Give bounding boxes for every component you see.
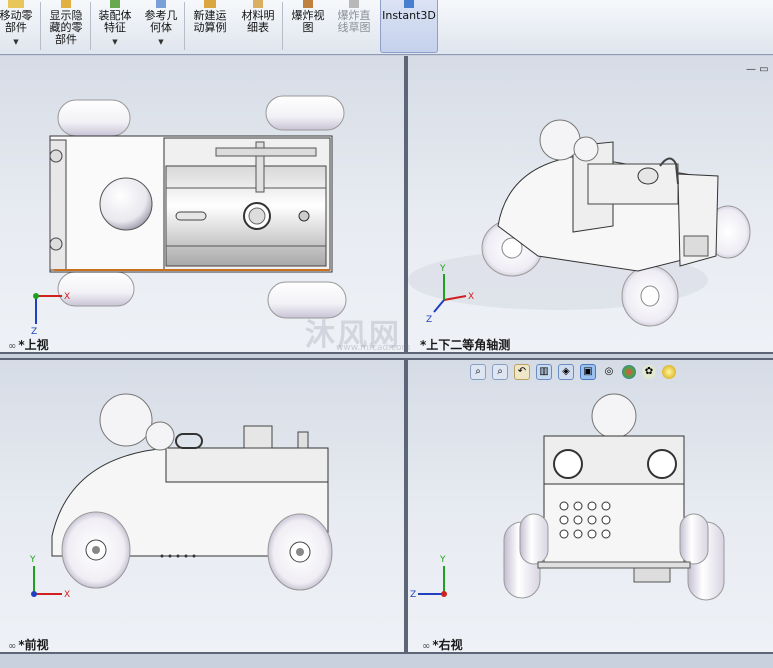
isometric-view-model: X Y Z (408, 119, 751, 327)
move-component-icon (8, 0, 24, 8)
viewport-label-top: ∞ *上视 (8, 338, 49, 352)
show-hidden-icon (61, 0, 71, 8)
zoom-to-fit-icon[interactable]: ⌕ (470, 364, 486, 380)
move-component-button[interactable]: 移动零 部件 ▼ (0, 0, 38, 52)
heads-up-view-toolbar: ⌕ ⌕ ↶ ▥ ◈ ▣ ◎ ✿ (470, 362, 676, 382)
viewport-front[interactable]: X Y ∞ *前视 (0, 360, 404, 652)
toolbar-separator (184, 2, 185, 50)
z-axis-label: Z (426, 315, 432, 325)
wheel (57, 99, 131, 137)
view-settings-icon[interactable] (662, 365, 676, 379)
viewport-top[interactable]: X Z ∞ *上视 (0, 56, 404, 352)
toolbar-separator (90, 2, 91, 50)
z-axis-label: Z (410, 590, 416, 600)
instant3d-icon (404, 0, 414, 8)
viewport-right[interactable]: Z Y ∞ *右视 (408, 360, 773, 652)
link-views-icon[interactable]: ∞ (8, 341, 16, 352)
command-toolbar: 移动零 部件 ▼ 显示隐 藏的零 部件 装配体 特征 ▼ 参考几 何体 ▼ 新建… (0, 0, 773, 55)
chevron-down-icon[interactable]: ▼ (158, 36, 163, 48)
y-axis-label: Y (439, 264, 446, 274)
bill-of-materials-button[interactable]: 材料明 细表 (236, 0, 280, 52)
toolbar-separator (282, 2, 283, 50)
viewport-label-isometric: *上下二等角轴测 (420, 338, 511, 352)
assembly-feature-icon (110, 0, 120, 8)
viewport-minimize-icon[interactable]: — ▭ (746, 64, 769, 75)
exploded-view-button[interactable]: 爆炸视 图 (286, 0, 330, 52)
edit-appearance-icon[interactable] (622, 365, 636, 379)
explode-line-sketch-icon (349, 0, 359, 8)
wheel (679, 513, 709, 565)
x-axis-label: X (64, 292, 70, 302)
y-axis-label: Y (29, 555, 36, 565)
fuel-tank (587, 163, 679, 205)
display-style-icon[interactable]: ▣ (580, 364, 596, 380)
wheel (519, 513, 549, 565)
new-motion-study-button[interactable]: 新建运 动算例 (188, 0, 232, 52)
new-motion-study-icon (204, 0, 216, 8)
top-view-model: X Z (31, 95, 347, 337)
x-axis-label: X (64, 590, 70, 600)
explode-line-sketch-button[interactable]: 爆炸直 线草图 (332, 0, 376, 52)
instant3d-button[interactable]: Instant3D (380, 0, 438, 53)
link-views-icon[interactable]: ∞ (422, 641, 430, 652)
y-axis-label: Y (439, 555, 446, 565)
section-view-icon[interactable]: ▥ (536, 364, 552, 380)
show-hidden-components-button[interactable]: 显示隐 藏的零 部件 (44, 0, 88, 52)
chevron-down-icon[interactable]: ▼ (112, 36, 117, 48)
hide-show-items-icon[interactable]: ◎ (602, 365, 616, 379)
viewport-label-front: ∞ *前视 (8, 638, 49, 652)
link-views-icon[interactable]: ∞ (8, 641, 16, 652)
zoom-to-area-icon[interactable]: ⌕ (492, 364, 508, 380)
viewport-isometric[interactable]: X Y Z *上下二等角轴测 (408, 56, 773, 352)
previous-view-icon[interactable]: ↶ (514, 364, 530, 380)
front-view-model: X Y (29, 393, 333, 600)
apply-scene-icon[interactable]: ✿ (642, 365, 656, 379)
chevron-down-icon[interactable]: ▼ (13, 36, 18, 48)
wheel (265, 95, 345, 131)
x-axis-label: X (468, 292, 474, 302)
view-orientation-icon[interactable]: ◈ (558, 364, 574, 380)
exploded-view-icon (303, 0, 313, 8)
bom-icon (253, 0, 263, 8)
watermark-url: www.mfcad.com (336, 343, 411, 353)
reference-geometry-icon (156, 0, 166, 8)
reference-geometry-button[interactable]: 参考几 何体 ▼ (140, 0, 182, 52)
toolbar-separator (40, 2, 41, 50)
assembly-features-button[interactable]: 装配体 特征 ▼ (94, 0, 136, 52)
viewport-label-right: ∞ *右视 (422, 638, 463, 652)
right-view-model: Z Y (410, 393, 725, 601)
fuel-tank (165, 447, 329, 483)
